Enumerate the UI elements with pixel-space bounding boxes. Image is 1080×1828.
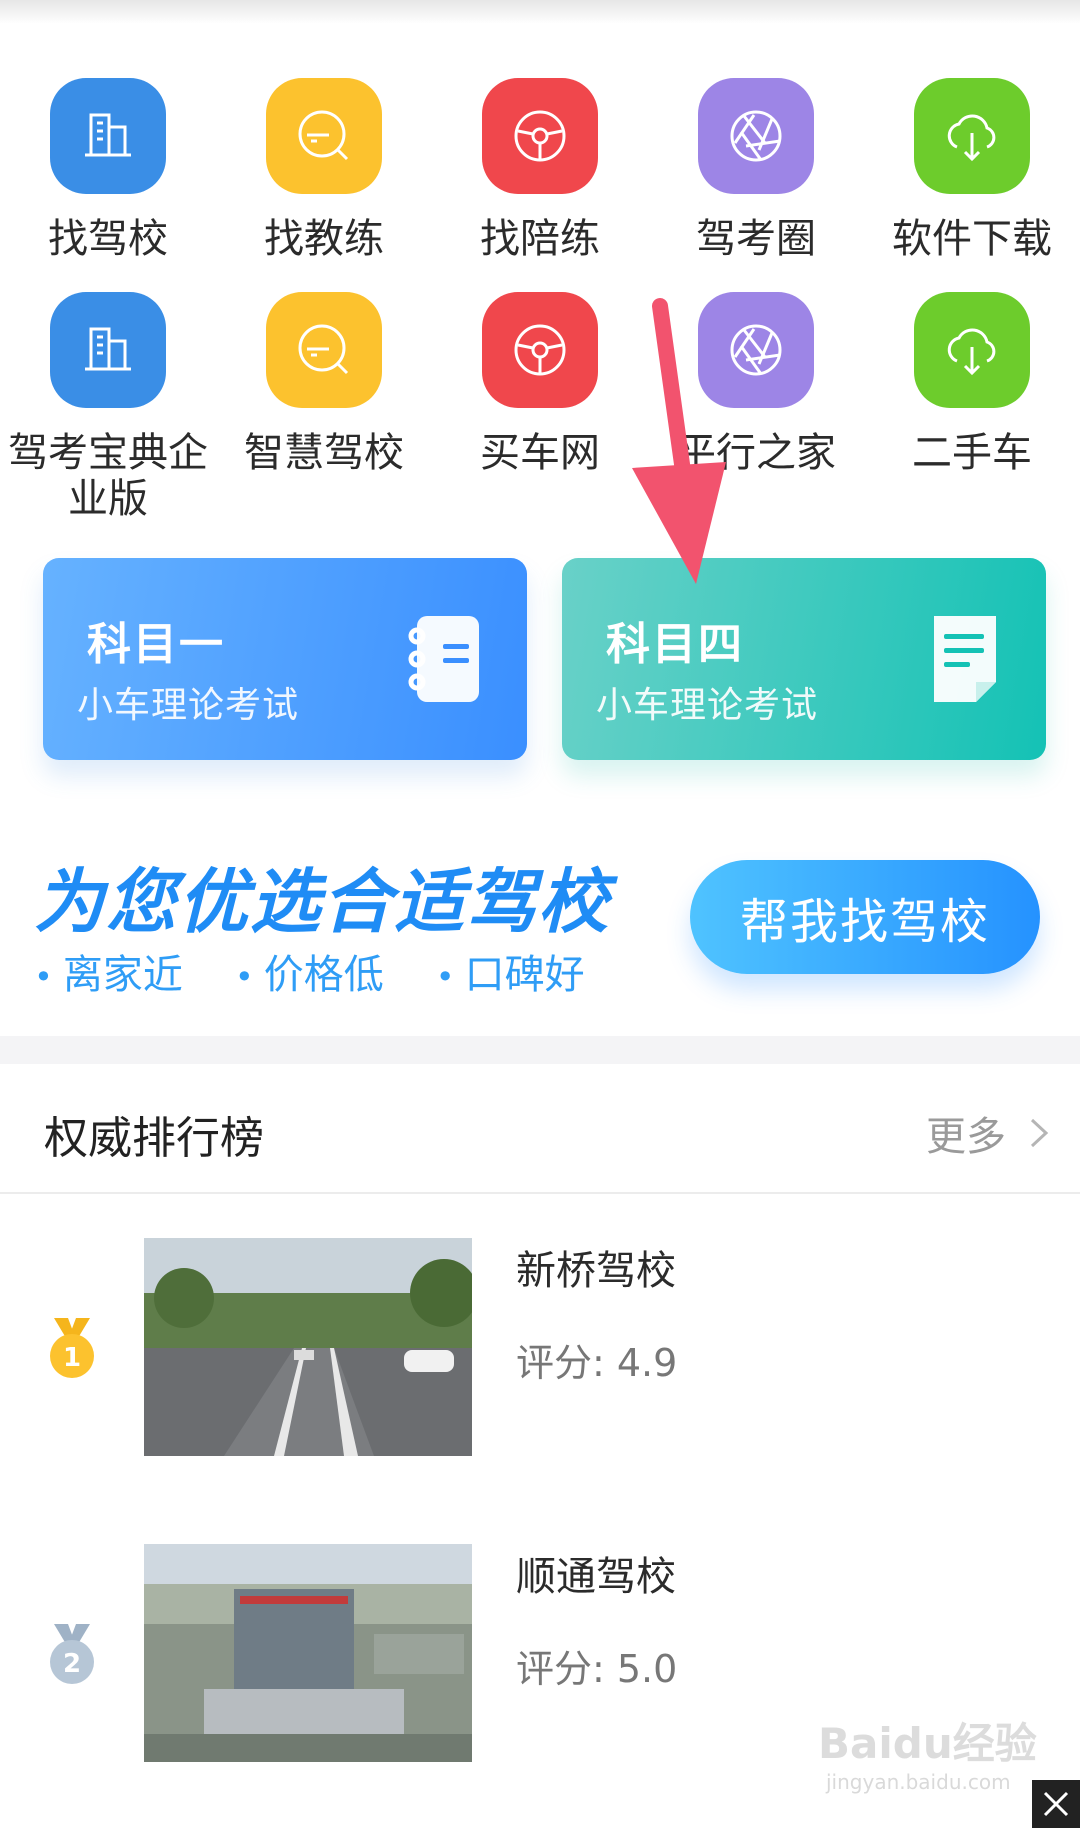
medal-rank: 1 [63,1343,81,1373]
school-score: 评分: 5.0 [516,1647,678,1691]
top-shadow [0,0,1080,24]
grid-item-label: 驾考宝典企业版 [8,430,208,522]
grid-item-find-trainer[interactable]: 找陪练 [432,78,648,262]
grid-item-label: 找驾校 [48,216,168,262]
grid-item-label: 二手车 [912,430,1032,476]
close-button[interactable] [1032,1780,1080,1828]
grid-item-smart-school[interactable]: 智慧驾校 [216,292,432,476]
promo-tag: 口碑好 [436,942,585,1000]
school-name: 新桥驾校 [516,1248,676,1294]
more-link[interactable]: 更多 [926,1104,1050,1162]
ranking-item[interactable]: 1 新桥驾校 评分: 4.9 [0,1238,1080,1458]
close-icon [1043,1791,1069,1817]
school-score: 评分: 4.9 [516,1341,678,1385]
steering-wheel-icon [482,78,598,194]
card-title: 科目一 [87,619,225,670]
car-search-icon [266,292,382,408]
card-subtitle: 小车理论考试 [596,685,819,726]
grid-item-buy-car[interactable]: 买车网 [432,292,648,476]
medal-rank: 2 [63,1649,81,1679]
grid-item-find-school[interactable]: 找驾校 [0,78,216,262]
baidu-watermark: Baidu经验 [818,1719,1037,1768]
school-name: 顺通驾校 [516,1554,676,1600]
ranking-title: 权威排行榜 [44,1113,264,1164]
school-thumbnail [144,1544,472,1762]
document-icon [934,616,996,702]
section-divider [0,1036,1080,1064]
chevron-right-icon [1030,1118,1049,1148]
more-label: 更多 [926,1114,1006,1160]
grid-item-label: 买车网 [480,430,600,476]
ranking-header: 权威排行榜 更多 [0,1064,1080,1194]
baidu-watermark-url: jingyan.baidu.com [826,1770,1011,1794]
car-search-icon [266,78,382,194]
grid-item-label: 找教练 [264,216,384,262]
building-icon [50,78,166,194]
cloud-download-icon [914,78,1030,194]
promo-tag: 离家近 [34,942,183,1000]
grid-item-label: 软件下载 [892,216,1052,262]
grid-item-label: 智慧驾校 [244,430,404,476]
building-icon [50,292,166,408]
grid-item-software-download[interactable]: 软件下载 [864,78,1080,262]
grid-item-exam-circle[interactable]: 驾考圈 [648,78,864,262]
promo-title: 为您优选合适驾校 [34,861,610,943]
notebook-icon [408,616,479,702]
grid-item-label: 驾考圈 [696,216,816,262]
card-title: 科目四 [606,619,744,670]
promo-tag: 价格低 [235,942,384,1000]
grid-item-enterprise[interactable]: 驾考宝典企业版 [0,292,216,522]
card-subtitle: 小车理论考试 [77,685,300,726]
grid-item-used-car[interactable]: 二手车 [864,292,1080,476]
steering-wheel-icon [482,292,598,408]
silver-medal-icon: 2 [50,1624,94,1684]
school-thumbnail [144,1238,472,1456]
cloud-download-icon [914,292,1030,408]
aperture-icon [698,78,814,194]
subject-one-card[interactable]: 科目一 小车理论考试 [43,558,527,760]
grid-item-find-coach[interactable]: 找教练 [216,78,432,262]
annotation-arrow [632,298,726,584]
gold-medal-icon: 1 [50,1318,94,1378]
promo-tags: 离家近 价格低 口碑好 [34,942,637,1000]
help-find-school-button[interactable]: 帮我找驾校 [690,860,1040,974]
grid-item-label: 找陪练 [480,216,600,262]
